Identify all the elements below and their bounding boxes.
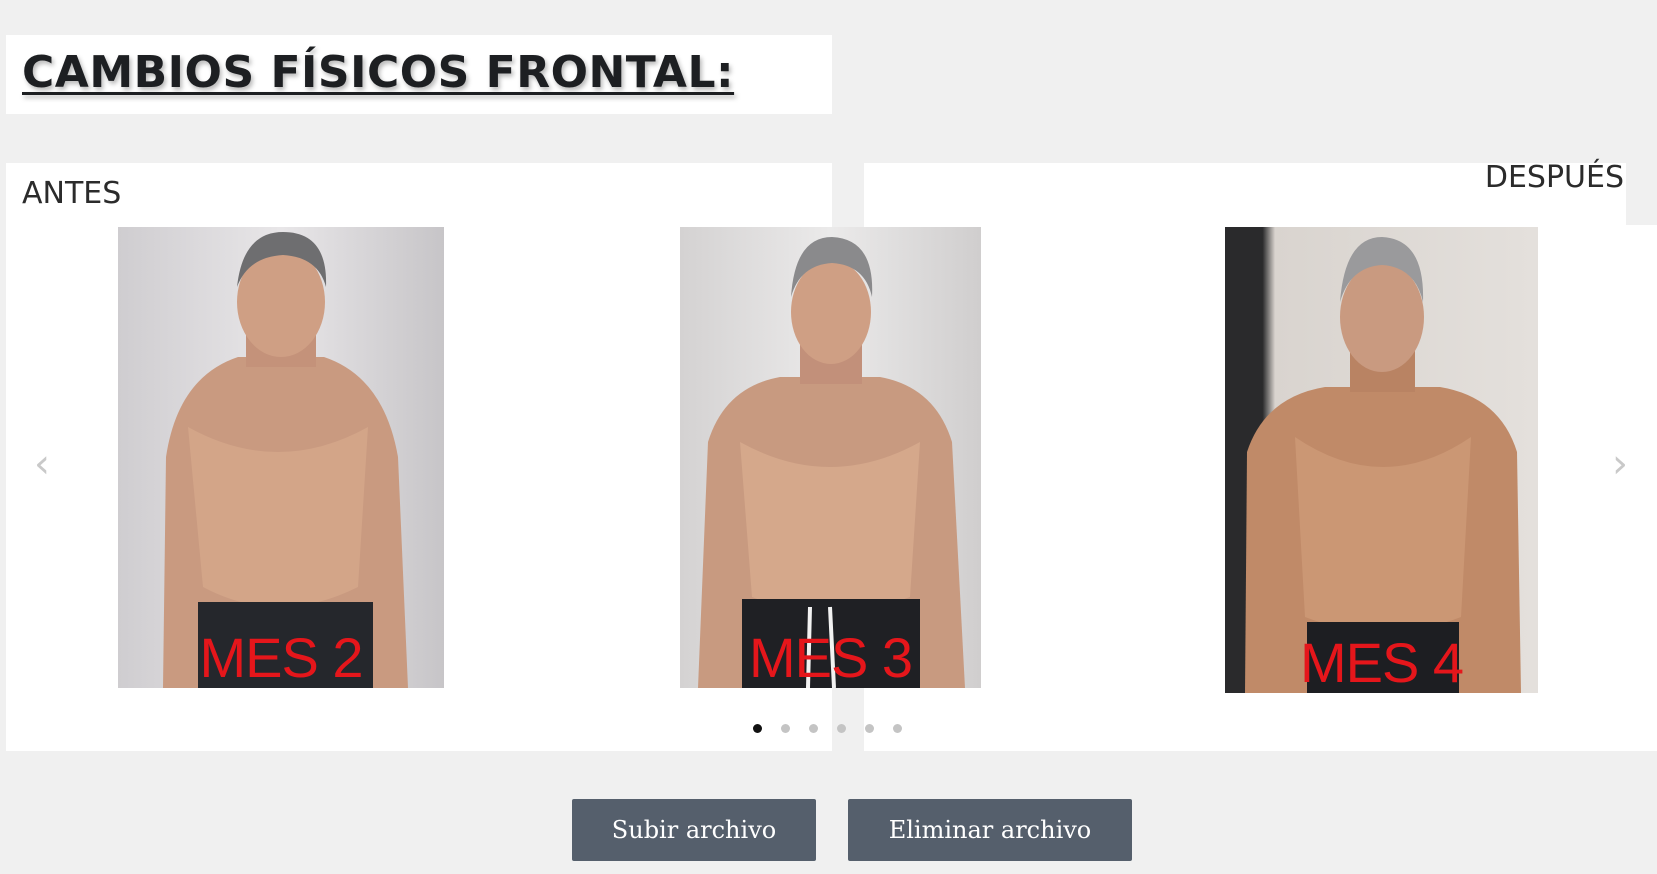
slide-caption: MES 3 [748, 626, 913, 688]
carousel-dot[interactable] [893, 724, 902, 733]
before-label: ANTES [22, 176, 122, 211]
after-label: DESPUÉS [1484, 160, 1624, 195]
delete-file-button[interactable]: Eliminar archivo [848, 799, 1132, 861]
carousel-dot[interactable] [865, 724, 874, 733]
carousel-dot[interactable] [781, 724, 790, 733]
carousel-slide[interactable]: MES 3 [680, 227, 981, 688]
carousel-next-button[interactable]: › [1608, 444, 1632, 484]
progress-photo [1225, 227, 1538, 693]
carousel-dot[interactable] [837, 724, 846, 733]
carousel-dot[interactable] [809, 724, 818, 733]
slide-caption: MES 2 [199, 626, 363, 688]
progress-photo [680, 227, 981, 688]
carousel-slide[interactable]: MES 4 [1225, 227, 1538, 693]
carousel-slide[interactable]: MES 2 [118, 227, 444, 688]
carousel-dot[interactable] [753, 724, 762, 733]
upload-file-button[interactable]: Subir archivo [572, 799, 816, 861]
title-box: CAMBIOS FÍSICOS FRONTAL: [6, 35, 832, 114]
progress-photo [118, 227, 444, 688]
page-title: CAMBIOS FÍSICOS FRONTAL: [22, 47, 735, 98]
carousel-pagination [753, 724, 902, 733]
slide-caption: MES 4 [1299, 631, 1464, 693]
carousel-prev-button[interactable]: ‹ [30, 444, 54, 484]
page: CAMBIOS FÍSICOS FRONTAL: ANTES DESPUÉS M… [0, 0, 1657, 874]
